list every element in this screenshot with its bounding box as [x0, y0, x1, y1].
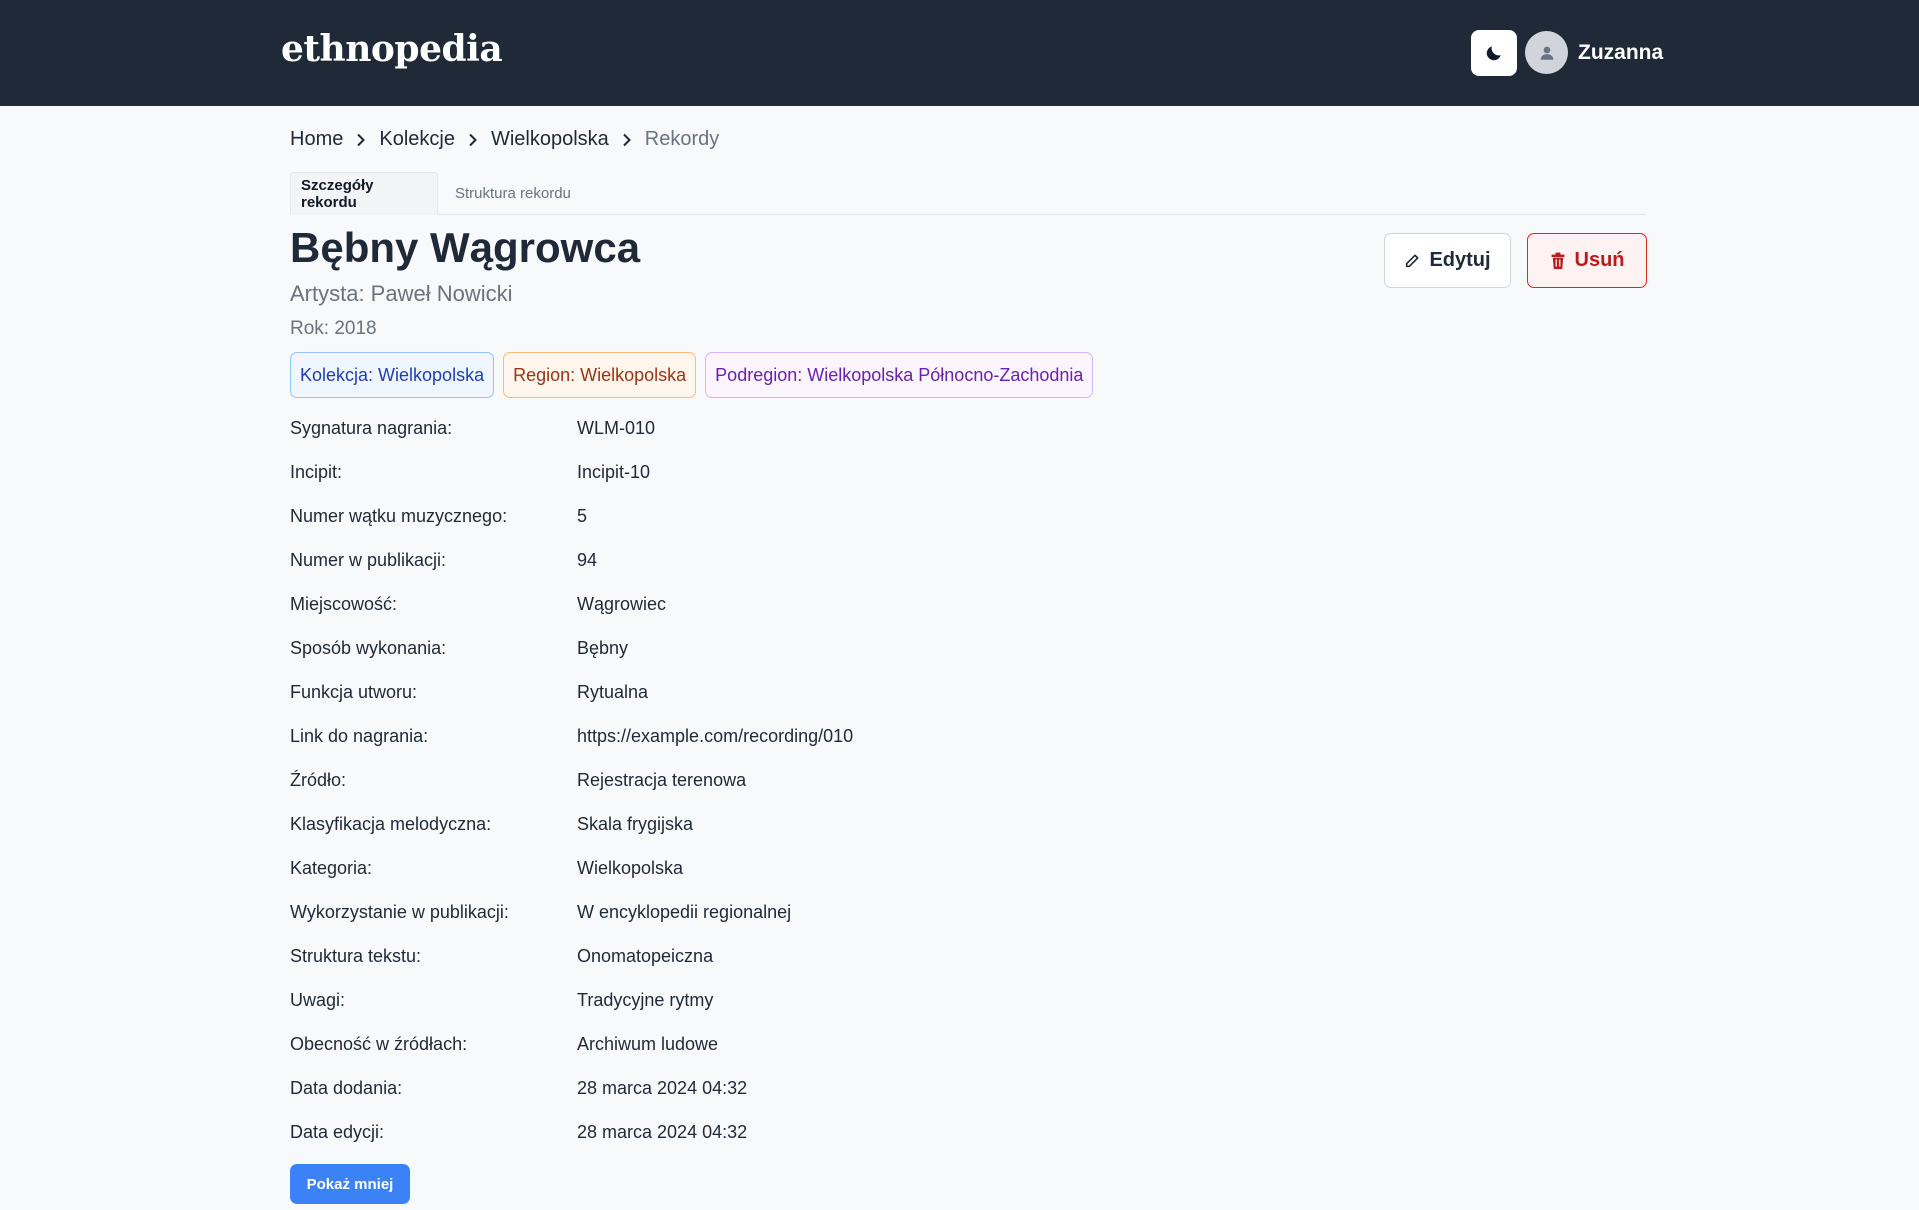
field-value: Rejestracja terenowa [577, 769, 747, 790]
field-value: WLM-010 [577, 417, 656, 438]
field-label: Miejscowość: [290, 593, 398, 614]
field-label: Źródło: [290, 769, 347, 790]
field-value: Incipit-10 [577, 461, 651, 482]
edit-button-label: Edytuj [1429, 249, 1491, 271]
recording-link[interactable]: https://example.com/recording/010 [577, 726, 853, 747]
field-value: Onomatopeiczna [577, 945, 714, 966]
field-value: Wielkopolska [577, 857, 684, 878]
tab-record-structure[interactable]: Struktura rekordu [445, 172, 581, 215]
field-row: Kategoria: Wielkopolska [290, 846, 853, 890]
delete-button-label: Usuń [1574, 249, 1625, 271]
user-icon [1540, 46, 1553, 60]
field-row: Klasyfikacja melodyczna: Skala frygijska [290, 802, 853, 846]
field-row: Funkcja utworu: Rytualna [290, 670, 853, 714]
field-value: 28 marca 2024 04:32 [577, 1121, 748, 1142]
field-label: Numer w publikacji: [290, 549, 447, 570]
field-row: Wykorzystanie w publikacji: W encykloped… [290, 890, 853, 934]
field-row: Uwagi: Tradycyjne rytmy [290, 978, 853, 1022]
field-label: Kategoria: [290, 857, 373, 878]
moon-icon [1486, 46, 1501, 61]
field-label: Klasyfikacja melodyczna: [290, 813, 492, 834]
breadcrumb-collection[interactable]: Wielkopolska [491, 128, 609, 151]
chevron-right-icon [467, 133, 479, 147]
field-label: Struktura tekstu: [290, 945, 422, 966]
field-value: 28 marca 2024 04:32 [577, 1077, 748, 1098]
field-label: Uwagi: [290, 989, 346, 1010]
logo[interactable]: ethnopedia [281, 28, 503, 70]
record-year: Rok: 2018 [290, 318, 377, 339]
breadcrumb-kolekcje[interactable]: Kolekcje [379, 128, 455, 151]
subregion-badge[interactable]: Podregion: Wielkopolska Północno-Zachodn… [705, 352, 1094, 398]
field-label: Link do nagrania: [290, 725, 429, 746]
region-badge[interactable]: Region: Wielkopolska [503, 352, 697, 398]
field-value: 5 [577, 505, 588, 526]
field-row: Numer w publikacji: 94 [290, 538, 853, 582]
field-row: Link do nagrania: https://example.com/re… [290, 714, 853, 758]
record-tabs: Szczegóły rekordu Struktura rekordu [290, 172, 1646, 215]
breadcrumb: Home Kolekcje Wielkopolska Rekordy [290, 128, 719, 151]
avatar[interactable] [1525, 31, 1568, 74]
field-value: Rytualna [577, 681, 649, 702]
chevron-right-icon [355, 133, 367, 147]
field-value: Bębny [577, 637, 629, 658]
field-value: Skala frygijska [577, 813, 694, 834]
field-row: Incipit: Incipit-10 [290, 450, 853, 494]
tab-record-details[interactable]: Szczegóły rekordu [290, 172, 438, 215]
delete-button[interactable]: Usuń [1527, 233, 1647, 288]
field-label: Funkcja utworu: [290, 681, 418, 702]
record-fields: Sygnatura nagrania: WLM-010 Incipit: Inc… [290, 406, 853, 1154]
field-row: Miejscowość: Wągrowiec [290, 582, 853, 626]
field-value: W encyklopedii regionalnej [577, 901, 792, 922]
field-row: Struktura tekstu: Onomatopeiczna [290, 934, 853, 978]
record-title: Bębny Wągrowca [290, 224, 641, 271]
theme-toggle-button[interactable] [1471, 30, 1517, 76]
field-label: Data dodania: [290, 1077, 403, 1098]
field-row: Data edycji: 28 marca 2024 04:32 [290, 1110, 853, 1154]
field-row: Numer wątku muzycznego: 5 [290, 494, 853, 538]
username[interactable]: Zuzanna [1578, 41, 1663, 65]
field-value: Tradycyjne rytmy [577, 989, 714, 1010]
field-value: 94 [577, 549, 598, 570]
field-label: Obecność w źródłach: [290, 1033, 468, 1054]
field-row: Źródło: Rejestracja terenowa [290, 758, 853, 802]
field-label: Incipit: [290, 461, 343, 482]
chevron-right-icon [621, 133, 633, 147]
field-label: Wykorzystanie w publikacji: [290, 901, 509, 922]
field-label: Data edycji: [290, 1121, 385, 1142]
field-row: Data dodania: 28 marca 2024 04:32 [290, 1066, 853, 1110]
badge-list: Kolekcja: Wielkopolska Region: Wielkopol… [290, 352, 1094, 398]
field-label: Numer wątku muzycznego: [290, 505, 508, 526]
breadcrumb-home[interactable]: Home [290, 128, 343, 151]
field-value: Archiwum ludowe [577, 1033, 719, 1054]
field-row: Sposób wykonania: Bębny [290, 626, 853, 670]
breadcrumb-current: Rekordy [644, 128, 720, 150]
top-navbar: ethnopedia Zuzanna [0, 0, 1919, 106]
trash-icon [1551, 252, 1564, 269]
field-row: Sygnatura nagrania: WLM-010 [290, 406, 853, 450]
collection-badge[interactable]: Kolekcja: Wielkopolska [290, 352, 495, 398]
record-artist: Artysta: Paweł Nowicki [290, 281, 513, 306]
edit-button[interactable]: Edytuj [1384, 233, 1511, 288]
show-less-button[interactable]: Pokaż mniej [290, 1164, 410, 1204]
field-row: Obecność w źródłach: Archiwum ludowe [290, 1022, 853, 1066]
field-label: Sposób wykonania: [290, 637, 447, 658]
pencil-icon [1406, 254, 1419, 267]
field-label: Sygnatura nagrania: [290, 417, 453, 438]
field-value: Wągrowiec [577, 593, 667, 614]
